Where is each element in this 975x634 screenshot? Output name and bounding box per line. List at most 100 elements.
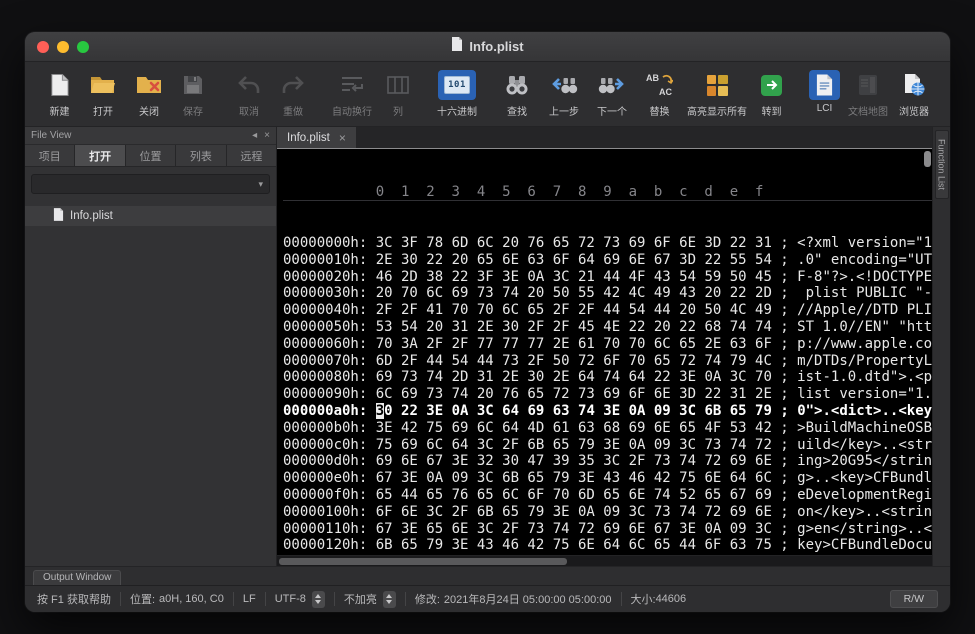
hex-ascii[interactable]: ist-1.0.dtd">.<p bbox=[797, 369, 932, 385]
hex-bytes[interactable]: 6B 65 79 3E 43 46 42 75 6E 64 6C 65 44 6… bbox=[376, 537, 772, 553]
hex-ascii[interactable]: list version="1. bbox=[797, 386, 932, 402]
toolbar-button-column-mode[interactable]: 列 bbox=[376, 69, 420, 119]
hex-bytes[interactable]: 2E 30 22 20 65 6E 63 6F 64 69 6E 67 3D 2… bbox=[376, 252, 772, 268]
toolbar-button-new[interactable]: 新建 bbox=[39, 69, 80, 119]
file-filter-dropdown[interactable]: ▾ bbox=[31, 174, 270, 194]
hex-row[interactable]: 000000e0h: 67 3E 0A 09 3C 6B 65 79 3E 43… bbox=[283, 470, 932, 487]
hex-bytes[interactable]: 3E 42 75 69 6C 64 4D 61 63 68 69 6E 65 4… bbox=[376, 420, 772, 436]
hex-bytes[interactable]: 30 22 3E 0A 3C 64 69 63 74 3E 0A 09 3C 6… bbox=[376, 403, 772, 419]
hex-row[interactable]: 00000060h: 70 3A 2F 2F 77 77 77 2E 61 70… bbox=[283, 336, 932, 353]
hex-bytes[interactable]: 75 69 6C 64 3C 2F 6B 65 79 3E 0A 09 3C 7… bbox=[376, 437, 772, 453]
status-encoding[interactable]: UTF-8 bbox=[275, 593, 306, 605]
hex-ascii[interactable]: >BuildMachineOSB bbox=[797, 420, 932, 436]
hex-bytes[interactable]: 20 70 6C 69 73 74 20 50 55 42 4C 49 43 2… bbox=[376, 285, 772, 301]
status-line-ending[interactable]: LF bbox=[243, 593, 256, 605]
hex-row[interactable]: 000000c0h: 75 69 6C 64 3C 2F 6B 65 79 3E… bbox=[283, 437, 932, 454]
toolbar-button-save[interactable]: 保存 bbox=[172, 69, 214, 119]
toolbar-button-browser[interactable]: 浏览器 bbox=[892, 69, 936, 119]
hex-row[interactable]: 000000a0h: 30 22 3E 0A 3C 64 69 63 74 3E… bbox=[283, 403, 932, 420]
hex-ascii[interactable]: mentTypes</key>. bbox=[797, 554, 932, 555]
zoom-button[interactable] bbox=[77, 41, 89, 53]
hex-ascii[interactable]: p://www.apple.co bbox=[797, 336, 932, 352]
toolbar-button-highlight-all[interactable]: 高亮显示所有 bbox=[683, 69, 751, 119]
toolbar-button-undo[interactable]: 取消 bbox=[227, 69, 271, 119]
editor-tab[interactable]: Info.plist × bbox=[277, 127, 356, 148]
function-list-tab[interactable]: Function List bbox=[935, 130, 949, 199]
hex-row[interactable]: 00000050h: 53 54 20 31 2E 30 2F 2F 45 4E… bbox=[283, 319, 932, 336]
hex-ascii[interactable]: uild</key>..<str bbox=[797, 437, 932, 453]
read-write-toggle[interactable]: R/W bbox=[890, 590, 938, 608]
status-highlight-mode[interactable]: 不加亮 bbox=[344, 591, 377, 607]
toolbar-button-lci[interactable]: LCI bbox=[805, 69, 844, 115]
toolbar-button-close[interactable]: 关闭 bbox=[126, 69, 172, 119]
sidebar-tab-remote[interactable]: 远程 bbox=[227, 145, 276, 166]
output-window-tab[interactable]: Output Window bbox=[33, 570, 121, 585]
hex-row[interactable]: 00000110h: 67 3E 65 6E 3C 2F 73 74 72 69… bbox=[283, 521, 932, 538]
close-button[interactable] bbox=[37, 41, 49, 53]
hex-ascii[interactable]: ST 1.0//EN" "htt bbox=[797, 319, 932, 335]
hex-ascii[interactable]: ing>20G95</strin bbox=[797, 453, 932, 469]
hex-ascii[interactable]: key>CFBundleDocu bbox=[797, 537, 932, 553]
toolbar-button-find-next[interactable]: 下一个 bbox=[588, 69, 636, 119]
hex-bytes[interactable]: 6F 6E 3C 2F 6B 65 79 3E 0A 09 3C 73 74 7… bbox=[376, 504, 772, 520]
toolbar-button-open[interactable]: 打开 bbox=[80, 69, 126, 119]
file-list-item[interactable]: Info.plist bbox=[25, 206, 276, 226]
hex-bytes[interactable]: 70 3A 2F 2F 77 77 77 2E 61 70 70 6C 65 2… bbox=[376, 336, 772, 352]
sidebar-tab-location[interactable]: 位置 bbox=[126, 145, 176, 166]
hex-row[interactable]: 000000b0h: 3E 42 75 69 6C 64 4D 61 63 68… bbox=[283, 420, 932, 437]
hex-bytes[interactable]: 6D 65 6E 74 54 79 70 65 73 3C 2F 6B 65 7… bbox=[376, 554, 772, 555]
hex-bytes[interactable]: 6C 69 73 74 20 76 65 72 73 69 6F 6E 3D 2… bbox=[376, 386, 772, 402]
hex-bytes[interactable]: 67 3E 0A 09 3C 6B 65 79 3E 43 46 42 75 6… bbox=[376, 470, 772, 486]
highlight-stepper[interactable] bbox=[383, 591, 396, 608]
toolbar-button-find-previous[interactable]: 上一步 bbox=[540, 69, 588, 119]
hex-bytes[interactable]: 46 2D 38 22 3F 3E 0A 3C 21 44 4F 43 54 5… bbox=[376, 269, 772, 285]
horizontal-scrollbar[interactable] bbox=[277, 555, 932, 566]
toolbar-button-find[interactable]: 查找 bbox=[494, 69, 540, 119]
vertical-scrollbar-thumb[interactable] bbox=[924, 151, 931, 167]
hex-ascii[interactable]: m/DTDs/PropertyL bbox=[797, 353, 932, 369]
toolbar-button-document-map[interactable]: 文档地图 bbox=[844, 69, 892, 119]
hex-bytes[interactable]: 3C 3F 78 6D 6C 20 76 65 72 73 69 6F 6E 3… bbox=[376, 235, 772, 251]
toolbar-button-redo[interactable]: 重做 bbox=[271, 69, 315, 119]
hex-row[interactable]: 00000020h: 46 2D 38 22 3F 3E 0A 3C 21 44… bbox=[283, 269, 932, 286]
toolbar-button-hex-mode[interactable]: 101 十六进制 bbox=[433, 69, 481, 119]
hex-row[interactable]: 00000090h: 6C 69 73 74 20 76 65 72 73 69… bbox=[283, 386, 932, 403]
hex-ascii[interactable]: g>en</string>..< bbox=[797, 521, 932, 537]
hex-ascii[interactable]: on</key>..<strin bbox=[797, 504, 932, 520]
sidebar-tab-project[interactable]: 项目 bbox=[25, 145, 75, 166]
panel-close-icon[interactable]: × bbox=[264, 130, 270, 141]
encoding-stepper[interactable] bbox=[312, 591, 325, 608]
minimize-button[interactable] bbox=[57, 41, 69, 53]
toolbar-button-replace[interactable]: ABAC 替换 bbox=[636, 69, 683, 119]
hex-ascii[interactable]: 0">.<dict>..<key bbox=[797, 403, 932, 419]
hex-ascii[interactable]: <?xml version="1 bbox=[797, 235, 932, 251]
hex-row[interactable]: 000000d0h: 69 6E 67 3E 32 30 47 39 35 3C… bbox=[283, 453, 932, 470]
hex-bytes[interactable]: 53 54 20 31 2E 30 2F 2F 45 4E 22 20 22 6… bbox=[376, 319, 772, 335]
hex-bytes[interactable]: 2F 2F 41 70 70 6C 65 2F 2F 44 54 44 20 5… bbox=[376, 302, 772, 318]
sidebar-tab-list[interactable]: 列表 bbox=[176, 145, 226, 166]
hex-row[interactable]: 00000040h: 2F 2F 41 70 70 6C 65 2F 2F 44… bbox=[283, 302, 932, 319]
hex-bytes[interactable]: 67 3E 65 6E 3C 2F 73 74 72 69 6E 67 3E 0… bbox=[376, 521, 772, 537]
toolbar-button-goto[interactable]: 转到 bbox=[751, 69, 792, 119]
hex-row[interactable]: 00000070h: 6D 2F 44 54 44 73 2F 50 72 6F… bbox=[283, 353, 932, 370]
hex-ascii[interactable]: plist PUBLIC "- bbox=[797, 285, 932, 301]
tab-close-icon[interactable]: × bbox=[339, 131, 346, 145]
hex-row[interactable]: 00000100h: 6F 6E 3C 2F 6B 65 79 3E 0A 09… bbox=[283, 504, 932, 521]
horizontal-scrollbar-thumb[interactable] bbox=[279, 558, 567, 565]
hex-bytes[interactable]: 69 6E 67 3E 32 30 47 39 35 3C 2F 73 74 7… bbox=[376, 453, 772, 469]
hex-row[interactable]: 000000f0h: 65 44 65 76 65 6C 6F 70 6D 65… bbox=[283, 487, 932, 504]
hex-ascii[interactable]: .0" encoding="UT bbox=[797, 252, 932, 268]
hex-ascii[interactable]: F-8"?>.<!DOCTYPE bbox=[797, 269, 932, 285]
vertical-scrollbar[interactable] bbox=[923, 149, 932, 555]
hex-row[interactable]: 00000130h: 6D 65 6E 74 54 79 70 65 73 3C… bbox=[283, 554, 932, 555]
hex-bytes[interactable]: 69 73 74 2D 31 2E 30 2E 64 74 64 22 3E 0… bbox=[376, 369, 772, 385]
hex-ascii[interactable]: eDevelopmentRegi bbox=[797, 487, 932, 503]
hex-row[interactable]: 00000120h: 6B 65 79 3E 43 46 42 75 6E 64… bbox=[283, 537, 932, 554]
hex-row[interactable]: 00000080h: 69 73 74 2D 31 2E 30 2E 64 74… bbox=[283, 369, 932, 386]
hex-row[interactable]: 00000010h: 2E 30 22 20 65 6E 63 6F 64 69… bbox=[283, 252, 932, 269]
hex-row[interactable]: 00000030h: 20 70 6C 69 73 74 20 50 55 42… bbox=[283, 285, 932, 302]
hex-row[interactable]: 00000000h: 3C 3F 78 6D 6C 20 76 65 72 73… bbox=[283, 235, 932, 252]
hex-bytes[interactable]: 6D 2F 44 54 44 73 2F 50 72 6F 70 65 72 7… bbox=[376, 353, 772, 369]
hex-editor[interactable]: 0 1 2 3 4 5 6 7 8 9 a b c d e f 00000000… bbox=[277, 149, 932, 555]
sidebar-tab-open[interactable]: 打开 bbox=[75, 145, 125, 166]
